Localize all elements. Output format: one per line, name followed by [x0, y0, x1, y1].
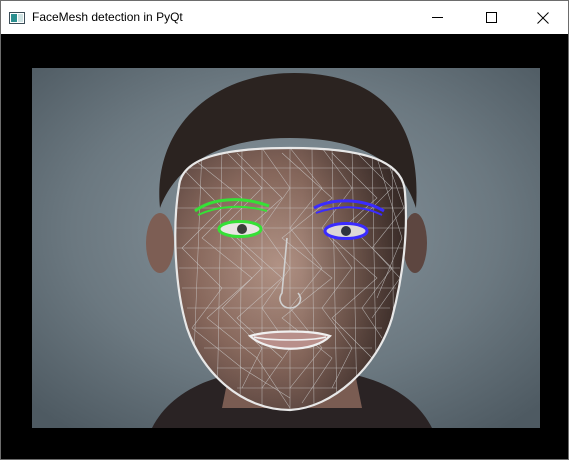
- face-mesh-frame: [32, 68, 540, 428]
- minimize-icon: [431, 12, 443, 23]
- app-window: FaceMesh detection in PyQt: [0, 0, 569, 460]
- pyqt-window-icon: [9, 11, 25, 24]
- content-area: [1, 34, 568, 459]
- minimize-button[interactable]: [414, 1, 460, 34]
- maximize-button[interactable]: [468, 1, 514, 34]
- title-bar[interactable]: FaceMesh detection in PyQt: [1, 1, 568, 34]
- maximize-icon: [485, 12, 497, 23]
- window-title: FaceMesh detection in PyQt: [32, 10, 183, 24]
- video-feed: [32, 68, 540, 428]
- close-button[interactable]: [520, 1, 566, 34]
- close-icon: [537, 11, 549, 24]
